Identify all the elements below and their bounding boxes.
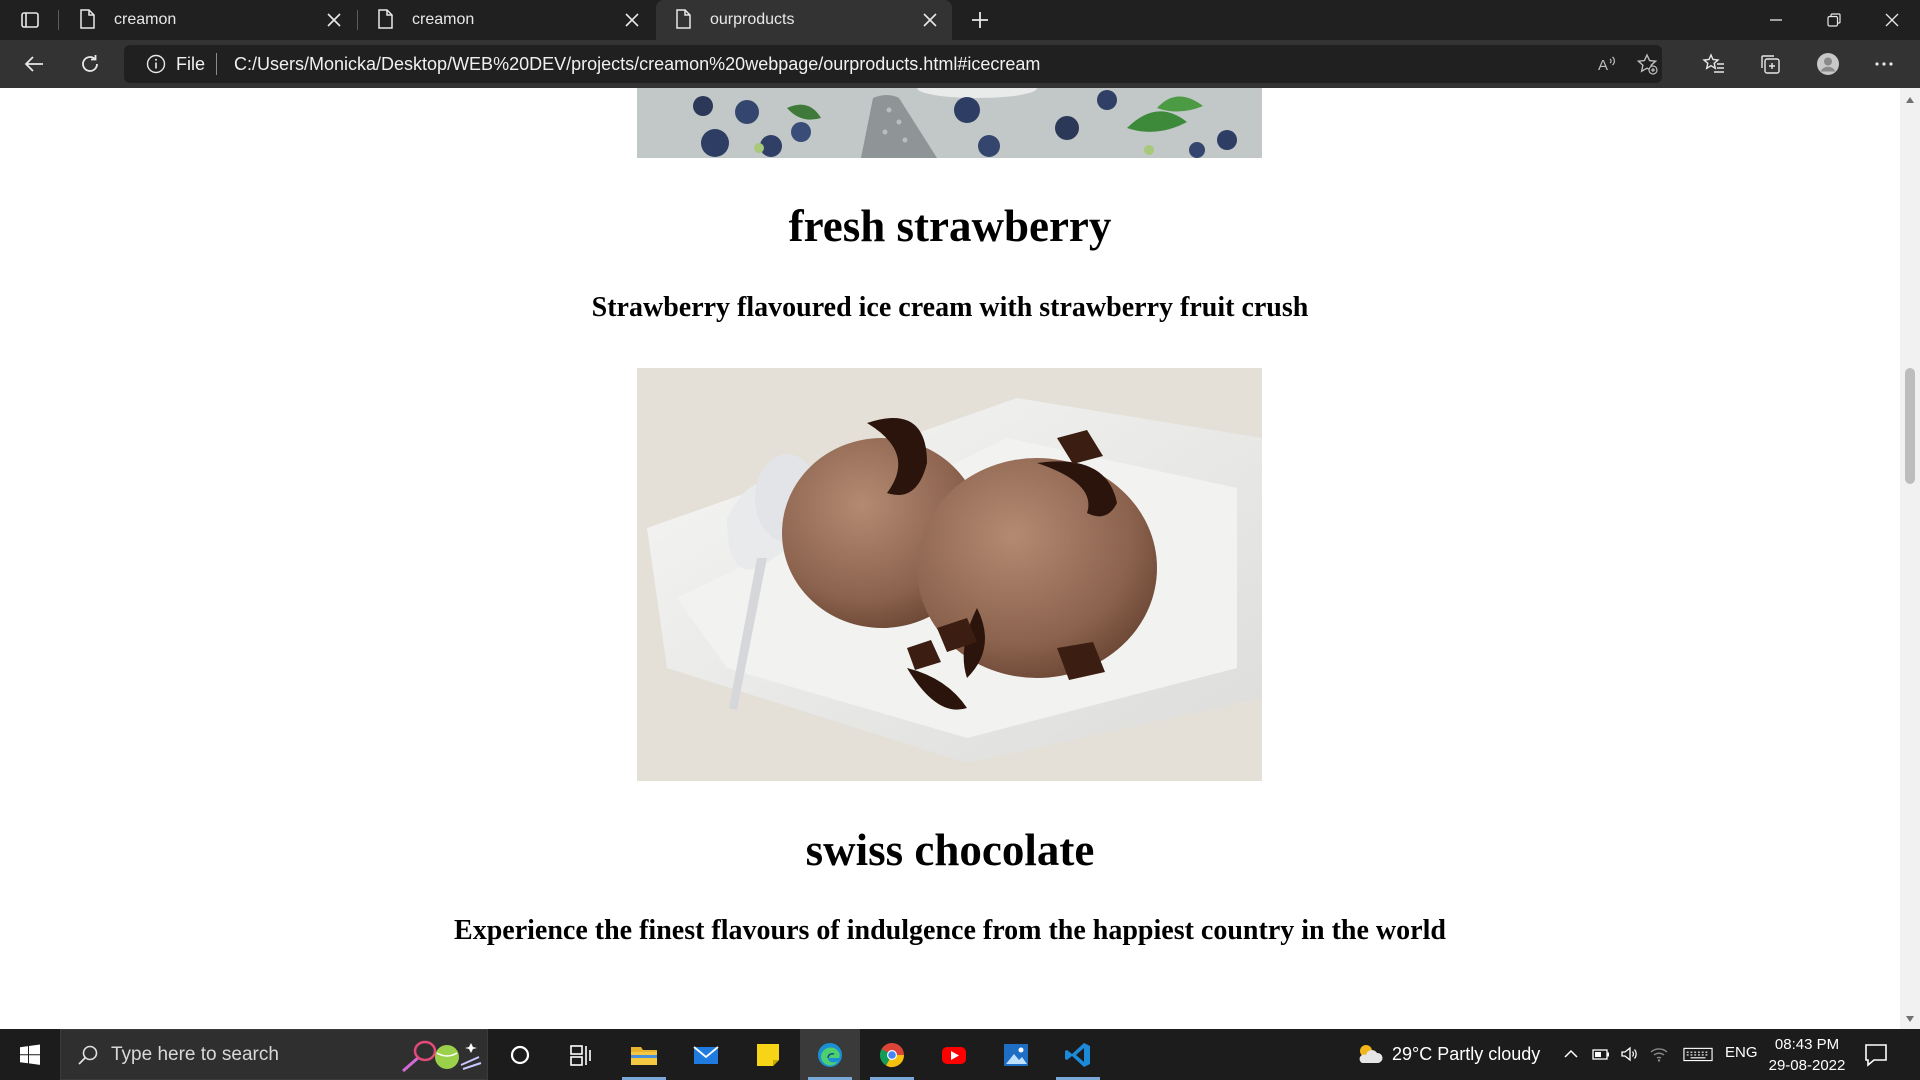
search-placeholder: Type here to search <box>111 1044 279 1065</box>
system-clock[interactable]: 08:43 PM 29-08-2022 <box>1764 1034 1850 1076</box>
read-aloud-icon[interactable]: A <box>1594 52 1620 76</box>
folder-icon <box>631 1046 657 1065</box>
tab-close-icon[interactable] <box>616 4 648 36</box>
back-button[interactable] <box>14 46 54 82</box>
navigation-toolbar: File C:/Users/Monicka/Desktop/WEB%20DEV/… <box>0 40 1920 88</box>
new-tab-button[interactable] <box>964 4 996 36</box>
taskbar-edge[interactable] <box>800 1029 860 1080</box>
taskbar-vscode[interactable] <box>1048 1029 1108 1080</box>
weather-text: 29°C Partly cloudy <box>1392 1043 1541 1064</box>
more-icon <box>1875 62 1893 66</box>
tab-title: creamon <box>412 11 475 28</box>
site-scheme-label: File <box>176 54 206 74</box>
chocolate-icecream-image <box>637 368 1262 781</box>
blueberry-icecream-image <box>637 88 1262 158</box>
svg-text:A: A <box>1598 57 1608 74</box>
cortana-icon <box>510 1045 530 1064</box>
taskbar-mail[interactable] <box>676 1029 736 1080</box>
chrome-icon <box>879 1042 904 1067</box>
page-viewport: fresh strawberry Strawberry flavoured ic… <box>0 88 1900 1029</box>
tab-strip: creamon creamon ourproducts <box>0 0 1920 40</box>
youtube-icon <box>942 1046 966 1064</box>
page-icon <box>78 9 100 31</box>
product-title: fresh strawberry <box>788 201 1112 251</box>
page-icon <box>674 9 696 31</box>
refresh-icon <box>82 55 98 72</box>
avatar-icon <box>1817 53 1839 75</box>
scroll-thumb[interactable] <box>1905 368 1915 484</box>
collections-button[interactable] <box>1750 46 1790 82</box>
address-bar[interactable]: File C:/Users/Monicka/Desktop/WEB%20DEV/… <box>124 45 1662 83</box>
info-icon[interactable] <box>146 54 166 74</box>
photos-icon <box>1004 1043 1028 1066</box>
task-view-button[interactable] <box>550 1029 610 1080</box>
collections-icon <box>1761 55 1780 74</box>
favorites-button[interactable] <box>1694 46 1734 82</box>
taskbar-search-box[interactable]: Type here to search <box>60 1029 488 1080</box>
minimize-icon <box>1770 19 1782 21</box>
minimize-button[interactable] <box>1748 0 1804 40</box>
taskbar-file-explorer[interactable] <box>614 1029 674 1080</box>
taskbar-sticky-notes[interactable] <box>738 1029 798 1080</box>
edge-icon <box>818 1042 842 1067</box>
url-text[interactable]: C:/Users/Monicka/Desktop/WEB%20DEV/proje… <box>234 54 1040 75</box>
windows-taskbar: Type here to search 29°C Partly cloudy E… <box>0 1029 1920 1080</box>
vertical-scrollbar[interactable] <box>1900 88 1920 1029</box>
battery-icon[interactable] <box>1590 1043 1612 1065</box>
address-separator <box>216 53 217 75</box>
tab-title: ourproducts <box>710 11 795 28</box>
restore-icon <box>1827 13 1841 27</box>
partly-cloudy-icon <box>1359 1045 1383 1063</box>
clock-time: 08:43 PM <box>1774 1036 1840 1053</box>
taskbar-photos[interactable] <box>986 1029 1046 1080</box>
weather-widget[interactable]: 29°C Partly cloudy <box>1354 1041 1540 1067</box>
windows-logo-icon <box>20 1044 40 1065</box>
tab-creamon-1[interactable]: creamon <box>60 0 356 40</box>
search-icon <box>78 1045 98 1065</box>
input-language[interactable]: ENG <box>1725 1044 1758 1061</box>
vscode-icon <box>1065 1042 1090 1067</box>
cortana-button[interactable] <box>490 1029 550 1080</box>
network-icon[interactable] <box>1648 1043 1670 1065</box>
product-description: Strawberry flavoured ice cream with stra… <box>591 292 1309 323</box>
close-window-button[interactable] <box>1864 0 1920 40</box>
plus-icon <box>972 12 988 28</box>
page-icon <box>376 9 398 31</box>
chevron-up-icon <box>1564 1049 1578 1058</box>
close-icon <box>1885 13 1899 27</box>
tab-close-icon[interactable] <box>318 4 350 36</box>
tab-title: creamon <box>114 11 177 28</box>
favorites-icon <box>1702 53 1724 73</box>
sticky-notes-icon <box>757 1043 779 1066</box>
taskbar-chrome[interactable] <box>862 1029 922 1080</box>
back-arrow-icon <box>24 56 43 72</box>
product-title: swiss chocolate <box>805 825 1095 875</box>
mail-icon <box>693 1045 719 1064</box>
task-view-icon <box>570 1044 591 1066</box>
tab-creamon-2[interactable]: creamon <box>358 0 654 40</box>
tab-ourproducts[interactable]: ourproducts <box>656 0 952 40</box>
notification-center-icon[interactable] <box>1862 1041 1890 1069</box>
show-hidden-icons-button[interactable] <box>1560 1043 1582 1065</box>
taskbar-youtube[interactable] <box>924 1029 984 1080</box>
settings-more-button[interactable] <box>1864 46 1904 82</box>
tab-close-icon[interactable] <box>914 4 946 36</box>
refresh-button[interactable] <box>70 46 110 82</box>
volume-icon[interactable] <box>1618 1043 1640 1065</box>
start-button[interactable] <box>0 1029 60 1080</box>
tab-actions-icon[interactable] <box>12 8 48 32</box>
scroll-down-arrow-icon[interactable] <box>1900 1011 1920 1027</box>
profile-button[interactable] <box>1808 46 1848 82</box>
add-favorite-icon[interactable] <box>1634 52 1660 76</box>
tab-separator <box>58 10 59 30</box>
search-highlight-icon <box>402 1040 482 1073</box>
restore-button[interactable] <box>1806 0 1862 40</box>
product-description: Experience the finest flavours of indulg… <box>454 915 1446 946</box>
scroll-up-arrow-icon[interactable] <box>1900 92 1920 108</box>
clock-date: 29-08-2022 <box>1768 1057 1846 1074</box>
keyboard-icon[interactable] <box>1682 1043 1714 1065</box>
